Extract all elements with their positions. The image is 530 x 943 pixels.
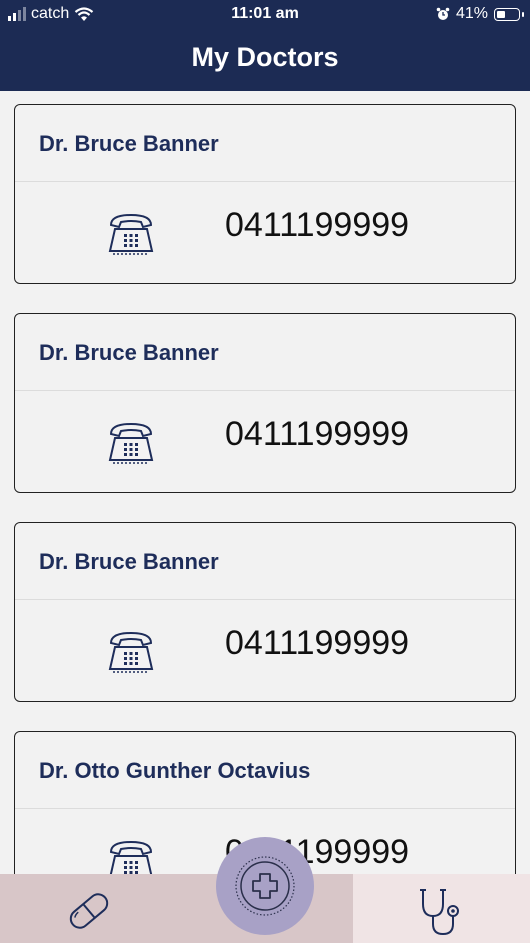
phone-row[interactable]: 0411199999 — [15, 600, 515, 702]
page-title: My Doctors — [191, 42, 339, 72]
phone-number[interactable]: 0411199999 — [225, 206, 409, 245]
doctor-name: Dr. Bruce Banner — [15, 314, 515, 391]
telephone-icon — [108, 213, 154, 255]
phone-number[interactable]: 0411199999 — [225, 624, 409, 663]
alarm-icon — [436, 7, 450, 20]
doctor-list: Dr. Bruce Banner 0411199999 Dr. Bruce Ba… — [14, 104, 516, 940]
doctor-name: Dr. Otto Gunther Octavius — [15, 732, 515, 809]
doctor-card[interactable]: Dr. Bruce Banner 0411199999 — [14, 313, 516, 493]
phone-row[interactable]: 0411199999 — [15, 391, 515, 493]
status-bar: catch 11:01 am 41% — [0, 0, 530, 30]
doctor-card[interactable]: Dr. Bruce Banner 0411199999 — [14, 522, 516, 702]
phone-row[interactable]: 0411199999 — [15, 182, 515, 284]
pill-icon — [69, 893, 109, 929]
tab-doctors[interactable] — [353, 874, 530, 943]
header-bar: catch 11:01 am 41% My Doctors — [0, 0, 530, 91]
doctor-name: Dr. Bruce Banner — [15, 105, 515, 182]
add-plus-icon — [235, 856, 295, 916]
telephone-icon — [108, 422, 154, 464]
stethoscope-icon — [420, 889, 459, 936]
battery-percent: 41% — [455, 5, 488, 22]
doctor-name: Dr. Bruce Banner — [15, 523, 515, 600]
doctor-card[interactable]: Dr. Bruce Banner 0411199999 — [14, 104, 516, 284]
battery-icon — [494, 7, 524, 21]
add-doctor-button[interactable] — [216, 837, 314, 935]
telephone-icon — [108, 631, 154, 673]
phone-number[interactable]: 0411199999 — [225, 415, 409, 454]
